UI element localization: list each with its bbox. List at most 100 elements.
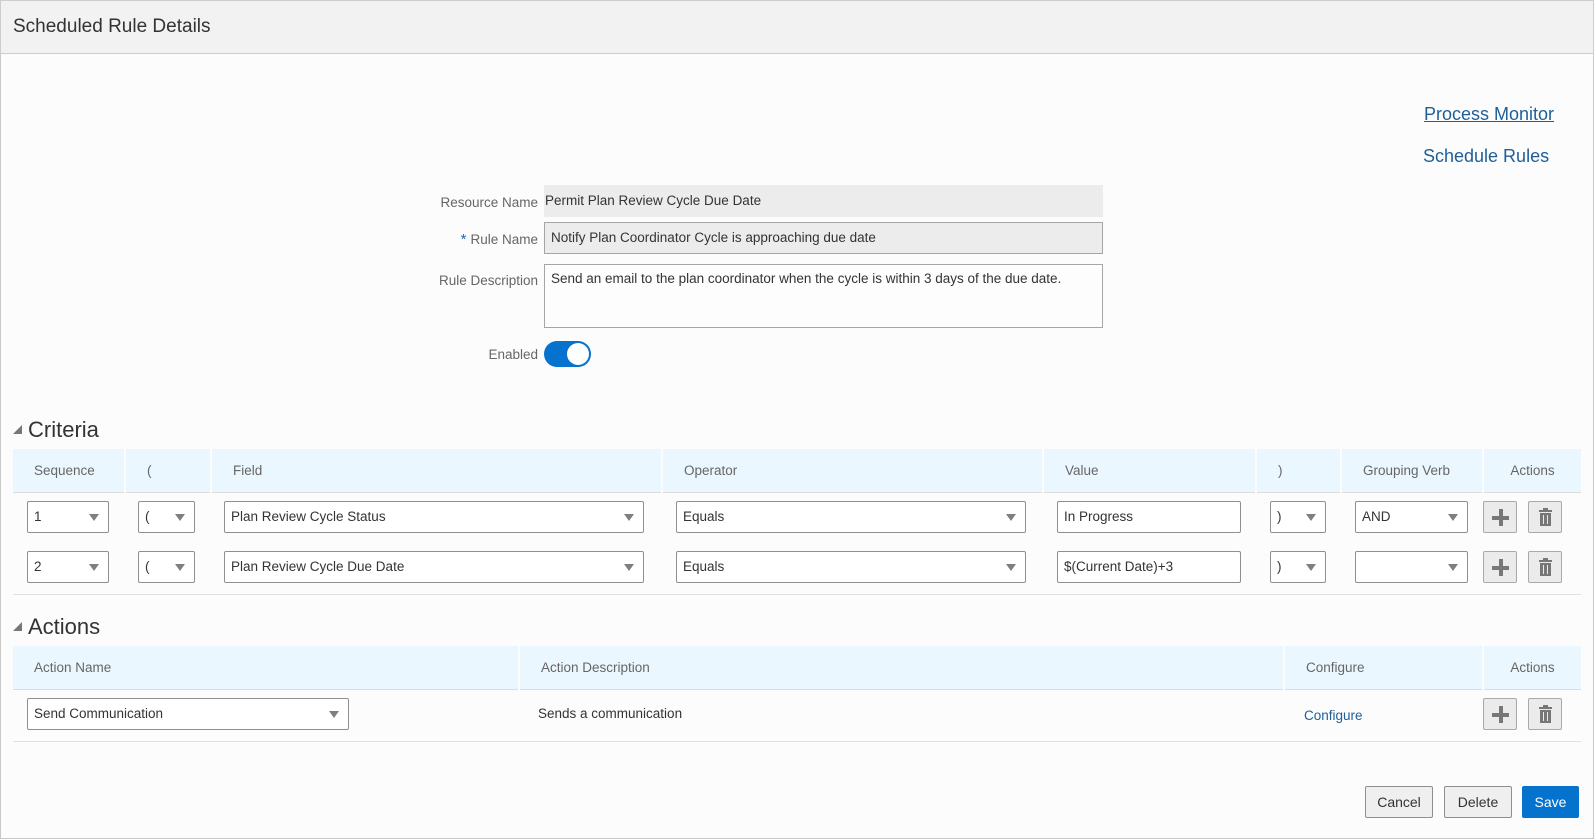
close-paren-select[interactable]: ) [1270, 551, 1326, 583]
col-action-name: Action Name [34, 660, 112, 675]
chevron-down-icon [175, 564, 185, 571]
toggle-knob [567, 343, 589, 365]
delete-button[interactable]: Delete [1444, 786, 1512, 818]
trash-icon-slot [1547, 565, 1548, 574]
chevron-down-icon [329, 711, 339, 718]
trash-icon-body [1540, 710, 1551, 723]
chevron-down-icon [1006, 514, 1016, 521]
trash-icon-slot [1543, 712, 1544, 721]
configure-link[interactable]: Configure [1304, 708, 1363, 723]
chevron-down-icon [1448, 514, 1458, 521]
cancel-button[interactable]: Cancel [1365, 786, 1433, 818]
chevron-down-icon [624, 514, 634, 521]
col-sequence: Sequence [34, 463, 95, 478]
actions-table-header: Action Name Action Description Configure… [13, 646, 1581, 690]
grouping-verb-select[interactable] [1355, 551, 1468, 583]
trash-icon-slot [1547, 515, 1548, 524]
chevron-down-icon [89, 514, 99, 521]
col-actions: Actions [1482, 449, 1581, 493]
field-select[interactable]: Plan Review Cycle Status [224, 501, 644, 533]
trash-icon-body [1540, 513, 1551, 526]
criteria-table-bottom-divider [13, 594, 1581, 595]
trash-icon-slot [1543, 515, 1544, 524]
delete-action-button[interactable] [1528, 698, 1562, 730]
open-paren-select[interactable]: ( [138, 551, 195, 583]
trash-icon-slot [1547, 712, 1548, 721]
grouping-verb-value: AND [1362, 509, 1391, 524]
criteria-table-header: Sequence ( Field Operator Value ) Groupi… [13, 449, 1581, 493]
add-criteria-button[interactable] [1483, 551, 1517, 583]
close-paren-value: ) [1277, 509, 1282, 524]
rule-name-label: * Rule Name [338, 231, 538, 248]
plus-icon-bar [1492, 516, 1509, 520]
rule-description-label: Rule Description [438, 273, 538, 288]
trash-icon-lid [1539, 510, 1552, 512]
add-action-button[interactable] [1483, 698, 1517, 730]
chevron-down-icon [1006, 564, 1016, 571]
actions-title-text: Actions [28, 614, 101, 639]
chevron-down-icon [175, 514, 185, 521]
add-criteria-button[interactable] [1483, 501, 1517, 533]
action-name-select[interactable]: Send Communication [27, 698, 349, 730]
field-value: Plan Review Cycle Status [231, 509, 386, 524]
open-paren-value: ( [145, 509, 150, 524]
operator-value: Equals [683, 509, 725, 524]
page-title: Scheduled Rule Details [13, 16, 211, 37]
open-paren-value: ( [145, 559, 150, 574]
trash-icon-slot [1543, 565, 1544, 574]
chevron-down-icon [89, 564, 99, 571]
col-close-paren: ) [1255, 449, 1340, 493]
delete-criteria-button[interactable] [1528, 501, 1562, 533]
value-input[interactable]: In Progress [1057, 501, 1241, 533]
operator-value: Equals [683, 559, 725, 574]
enabled-toggle[interactable] [544, 341, 591, 367]
value-input[interactable]: $(Current Date)+3 [1057, 551, 1241, 583]
page-header: Scheduled Rule Details [0, 0, 1594, 54]
action-name-value: Send Communication [34, 706, 164, 721]
actions-table-bottom-divider [13, 741, 1581, 742]
rule-name-label-text: Rule Name [470, 232, 538, 247]
trash-icon-body [1540, 563, 1551, 576]
field-select[interactable]: Plan Review Cycle Due Date [224, 551, 644, 583]
open-paren-select[interactable]: ( [138, 501, 195, 533]
criteria-title-text: Criteria [28, 417, 99, 442]
trash-icon-lid [1539, 707, 1552, 709]
col-grouping-verb: Grouping Verb [1340, 449, 1482, 493]
save-button[interactable]: Save [1522, 786, 1579, 818]
sequence-value: 2 [34, 559, 42, 574]
field-value: Plan Review Cycle Due Date [231, 559, 405, 574]
resource-name-label: Resource Name [440, 195, 538, 210]
grouping-verb-select[interactable]: AND [1355, 501, 1468, 533]
col-action-description: Action Description [518, 646, 1283, 690]
collapse-triangle-icon [13, 425, 22, 434]
col-value: Value [1042, 449, 1255, 493]
close-paren-value: ) [1277, 559, 1282, 574]
col-actions: Actions [1482, 646, 1581, 690]
criteria-section-title[interactable]: Criteria [13, 417, 99, 443]
sequence-select[interactable]: 1 [27, 501, 109, 533]
operator-select[interactable]: Equals [676, 501, 1026, 533]
trash-icon-lid [1539, 560, 1552, 562]
rule-description-textarea[interactable]: Send an email to the plan coordinator wh… [544, 264, 1103, 328]
delete-criteria-button[interactable] [1528, 551, 1562, 583]
col-operator: Operator [661, 449, 1042, 493]
chevron-down-icon [1306, 564, 1316, 571]
chevron-down-icon [1306, 514, 1316, 521]
operator-select[interactable]: Equals [676, 551, 1026, 583]
close-paren-select[interactable]: ) [1270, 501, 1326, 533]
col-open-paren: ( [124, 449, 210, 493]
col-field: Field [210, 449, 661, 493]
rule-name-input[interactable]: Notify Plan Coordinator Cycle is approac… [544, 222, 1103, 254]
enabled-label: Enabled [488, 347, 538, 362]
schedule-rules-link[interactable]: Schedule Rules [1423, 146, 1549, 167]
collapse-triangle-icon [13, 622, 22, 631]
chevron-down-icon [624, 564, 634, 571]
actions-section-title[interactable]: Actions [13, 614, 100, 640]
plus-icon-bar [1492, 566, 1509, 570]
required-marker: * [460, 231, 467, 248]
sequence-select[interactable]: 2 [27, 551, 109, 583]
chevron-down-icon [1448, 564, 1458, 571]
action-description-text: Sends a communication [538, 706, 683, 721]
col-configure: Configure [1283, 646, 1482, 690]
process-monitor-link[interactable]: Process Monitor [1424, 104, 1554, 125]
